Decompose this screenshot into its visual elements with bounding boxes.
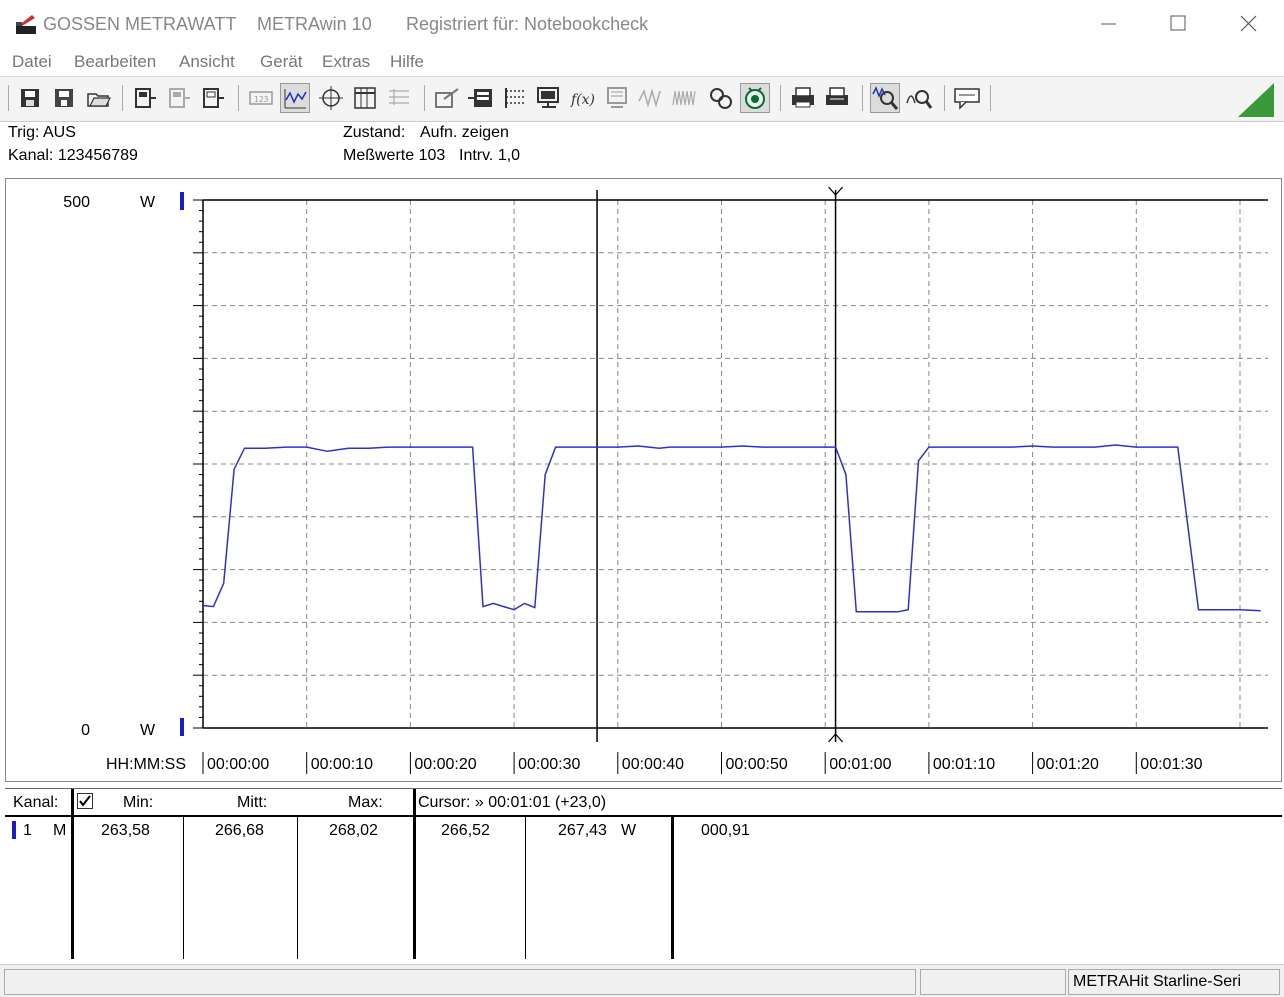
header-mitt: Mitt: [237, 794, 268, 811]
column-divider [413, 789, 416, 959]
y-min-channel-marker [180, 718, 184, 736]
status-pane-middle [920, 969, 1066, 995]
y-min-unit: W [140, 722, 156, 739]
chart-grid [203, 199, 1268, 729]
y-max-channel-marker [180, 192, 184, 210]
row-cursor-a: 266,52 [441, 822, 490, 839]
row-min: 263,58 [101, 822, 150, 839]
header-cursor: Cursor: » 00:01:01 (+23,0) [418, 794, 607, 811]
row-delta: 000,91 [701, 822, 750, 839]
row-mitt: 266,68 [215, 822, 264, 839]
x-tick-label: 00:00:30 [518, 756, 580, 773]
row-channel[interactable]: 1 [23, 822, 32, 840]
power-chart[interactable]: 500 W 0 W HH:MM:SS 00:00:00 00:00:10 00:00… [0, 0, 1284, 790]
header-max: Max: [348, 794, 383, 811]
y-min-label: 0 [81, 722, 90, 739]
y-max-unit: W [140, 194, 156, 211]
y-axis [180, 192, 204, 736]
show-channel-checkbox[interactable] [77, 793, 93, 809]
channel-color-marker [12, 821, 16, 839]
row-mode: M [53, 822, 67, 839]
x-tick-labels: 00:00:00 00:00:10 00:00:20 00:00:30 00:00:40… [202, 752, 1203, 774]
x-tick-label: 00:00:50 [726, 756, 788, 773]
row-cursor-b: 267,43 [558, 822, 607, 839]
row-unit: W [621, 822, 637, 839]
statistics-table: Kanal: Min: Mitt: Max: Cursor: » 00:01:0… [5, 788, 1282, 959]
series-line-channel-1 [202, 444, 1261, 613]
column-divider [183, 817, 184, 959]
x-tick-label: 00:01:10 [933, 756, 995, 773]
device-name: METRAHit Starline-Seri [1073, 973, 1242, 990]
x-tick-label: 00:00:40 [622, 756, 684, 773]
column-divider [671, 817, 674, 959]
status-pane-main [4, 969, 916, 995]
status-pane-device: METRAHit Starline-Seri [1068, 969, 1280, 995]
column-divider [71, 789, 74, 959]
x-tick-label: 00:01:30 [1140, 756, 1202, 773]
x-tick-label: 00:00:00 [207, 756, 269, 773]
x-tick-label: 00:01:20 [1037, 756, 1099, 773]
column-divider [525, 817, 526, 959]
x-axis-label: HH:MM:SS [106, 756, 186, 773]
x-tick-label: 00:00:10 [311, 756, 373, 773]
row-max: 268,02 [329, 822, 378, 839]
header-kanal: Kanal: [13, 794, 59, 811]
column-divider [297, 817, 298, 959]
y-max-label: 500 [63, 194, 90, 211]
table-header-divider [5, 815, 1282, 817]
x-tick-label: 00:00:20 [414, 756, 476, 773]
status-bar: METRAHit Starline-Seri [0, 964, 1284, 997]
x-tick-label: 00:01:00 [829, 756, 891, 773]
header-min: Min: [123, 794, 154, 811]
